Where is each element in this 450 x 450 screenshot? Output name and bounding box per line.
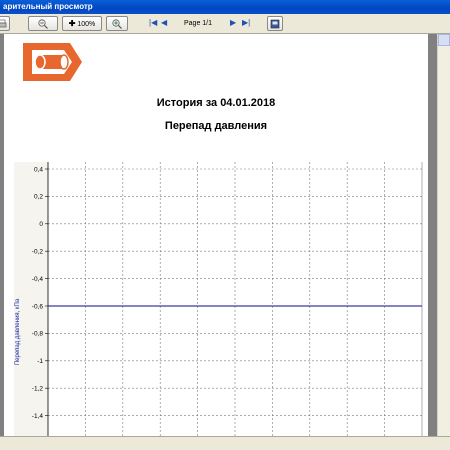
- status-bar: [0, 436, 450, 450]
- y-tick-label: 0: [39, 221, 43, 228]
- print-button[interactable]: [0, 16, 10, 31]
- zoom-in-button[interactable]: [106, 16, 128, 31]
- page-setup-icon: [270, 19, 280, 29]
- y-tick-label: -1: [37, 358, 43, 365]
- window-titlebar[interactable]: арительный просмотр: [0, 0, 450, 14]
- scroll-up-button[interactable]: [438, 34, 450, 46]
- page-indicator: Page 1/1: [183, 20, 213, 27]
- zoom-out-icon: [38, 19, 48, 29]
- first-page-icon[interactable]: |◀: [149, 17, 157, 29]
- report-title: История за 04.01.2018: [156, 97, 276, 109]
- report-subtitle: Перепад давления: [164, 120, 268, 132]
- zoom-out-button[interactable]: [28, 16, 58, 31]
- last-page-icon[interactable]: ▶|: [242, 17, 250, 29]
- y-tick-label: -0,4: [32, 276, 44, 283]
- next-page-icon[interactable]: ▶: [230, 17, 236, 29]
- y-tick-label: -1,2: [32, 386, 44, 393]
- vertical-scrollbar[interactable]: [437, 34, 450, 436]
- y-tick-label: 0,4: [34, 166, 43, 173]
- previous-page-icon[interactable]: ◀: [161, 17, 167, 29]
- zoom-icon: ✚: [68, 19, 76, 28]
- printer-icon: [0, 19, 7, 28]
- y-tick-label: -0,8: [32, 331, 44, 338]
- window-title: арительный просмотр: [3, 2, 93, 11]
- y-tick-label: -1,4: [32, 413, 44, 420]
- y-axis-label: Перепад давления, кПа: [15, 298, 21, 366]
- zoom-level-label: 100%: [77, 21, 96, 28]
- zoom-level-button[interactable]: ✚ 100%: [62, 16, 102, 31]
- y-tick-label: 0,2: [34, 194, 43, 201]
- company-logo: [23, 43, 82, 81]
- preview-page: История за 04.01.2018 Перепад давления 0…: [4, 34, 428, 436]
- toolbar: ✚ 100% |◀ ◀ Page 1/1 ▶ ▶|: [0, 14, 450, 34]
- page-setup-button[interactable]: [267, 16, 283, 31]
- zoom-in-icon: [112, 19, 122, 29]
- pressure-chart: 0,4 0,2 0 -0,2 -0,4 -0,6 -0,8 -1 -1,2 -1,4: [14, 162, 423, 436]
- y-tick-label: -0,6: [32, 303, 44, 310]
- y-tick-label: -0,2: [32, 249, 44, 256]
